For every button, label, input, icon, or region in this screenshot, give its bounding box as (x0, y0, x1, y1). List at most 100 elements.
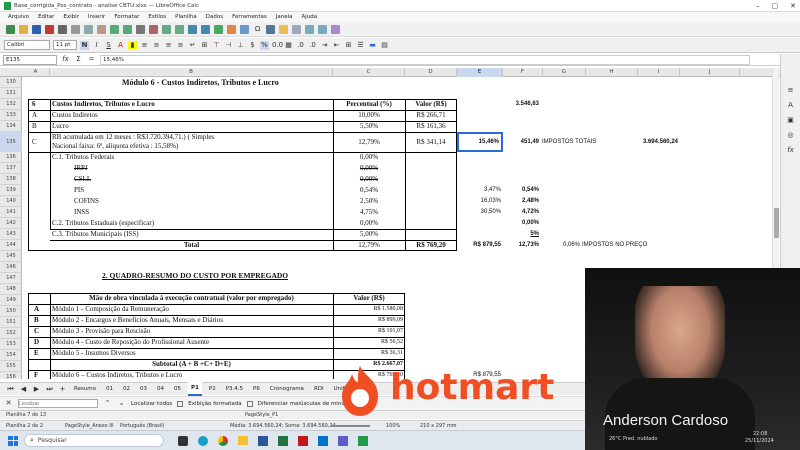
save-icon[interactable] (32, 24, 41, 34)
gallery-icon[interactable]: ▣ (786, 116, 795, 125)
align-center-icon[interactable]: ≡ (152, 41, 161, 50)
add-decimal-icon[interactable]: .0 (296, 41, 305, 50)
chart-icon[interactable] (227, 24, 236, 34)
freeze-icon[interactable] (305, 24, 314, 34)
column-header[interactable]: D (405, 68, 457, 77)
row-header[interactable]: 151 (0, 317, 22, 328)
outdent-icon[interactable]: ⇤ (332, 41, 341, 50)
styles-icon[interactable]: A (786, 101, 795, 110)
cell-c149[interactable]: Valor (R$) (333, 293, 405, 303)
cell-c136[interactable]: 0,00% (333, 152, 405, 162)
row-header[interactable]: 131 (0, 88, 22, 99)
cell-f135[interactable]: 451,49 (503, 137, 539, 147)
cell-c137[interactable]: 0,00% (333, 163, 405, 173)
cell-d133[interactable]: R$ 266,71 (405, 110, 457, 120)
row-header[interactable]: 152 (0, 328, 22, 339)
column-header[interactable]: J (680, 68, 740, 77)
indent-icon[interactable]: ⇥ (320, 41, 329, 50)
currency-icon[interactable]: $ (248, 41, 257, 50)
cell-b156[interactable]: Módulo 6 – Custos Indiretos, Tributos e … (52, 370, 182, 379)
align-right-icon[interactable]: ≡ (164, 41, 173, 50)
cell-f144[interactable]: 12,73% (503, 240, 539, 250)
minimize-button[interactable]: – (756, 2, 760, 10)
column-header[interactable]: F (503, 68, 543, 77)
find-all-button[interactable]: Localizar todos (131, 401, 172, 407)
find-previous-icon[interactable]: ⌃ (103, 399, 112, 408)
cell-c132[interactable]: Percentual (%) (333, 99, 405, 109)
taskbar-search-box[interactable]: ⌕ Pesquisar (24, 434, 164, 447)
cell-g144[interactable]: 0,06% (542, 240, 580, 250)
cell-f143[interactable]: 5% (503, 229, 539, 239)
edge-icon[interactable] (198, 435, 208, 446)
row-header[interactable]: 142 (0, 218, 22, 229)
split-window-icon[interactable] (318, 24, 327, 34)
print-icon[interactable] (58, 24, 67, 34)
cell-b132[interactable]: Custos Indiretos, Tributos e Lucro (52, 99, 155, 109)
zoom-slider[interactable] (330, 425, 370, 427)
cell-c154[interactable]: R$ 36,31 (333, 348, 403, 358)
first-sheet-icon[interactable]: ⏮ (6, 385, 15, 394)
cell-f142[interactable]: 0,00% (503, 218, 539, 228)
cell-c139[interactable]: 0,54% (333, 185, 405, 195)
cell-b141[interactable]: INSS (74, 207, 89, 217)
cell-b136[interactable]: C.1. Tributos Federais (52, 152, 114, 162)
menu-planilha[interactable]: Planilha (175, 14, 197, 20)
cell-d144[interactable]: R$ 769,20 (405, 240, 457, 250)
hyperlink-icon[interactable] (266, 24, 275, 34)
cell-c134[interactable]: 5,50% (333, 121, 405, 131)
row-header[interactable]: 141 (0, 207, 22, 218)
cell-f140[interactable]: 2,48% (503, 196, 539, 206)
spellcheck-icon[interactable] (149, 24, 158, 34)
tab-p6[interactable]: P6 (250, 383, 263, 395)
column-header[interactable]: B (50, 68, 333, 77)
cell-b155[interactable]: Subtotal (A + B +C+ D+E) (50, 359, 333, 369)
wrap-text-icon[interactable]: ↵ (188, 41, 197, 50)
tab-resumo[interactable]: Resumo (71, 383, 99, 395)
row-header[interactable]: 133 (0, 110, 22, 121)
sum-icon[interactable]: Σ (74, 55, 83, 64)
number-format-icon[interactable]: 0.0 (272, 41, 283, 50)
row-header[interactable]: 154 (0, 350, 22, 361)
close-find-icon[interactable]: ✕ (4, 399, 13, 408)
cell-b149[interactable]: Mão de obra vinculada à execução contrat… (50, 293, 333, 303)
percent-icon[interactable]: % (260, 40, 269, 50)
menu-formatar[interactable]: Formatar (114, 14, 139, 20)
copy-icon[interactable] (84, 24, 93, 34)
cell-d134[interactable]: R$ 161,36 (405, 121, 457, 131)
cut-icon[interactable] (71, 24, 80, 34)
cell-a153[interactable]: D (34, 337, 39, 347)
outlook-icon[interactable] (318, 435, 328, 446)
font-name-box[interactable]: Calibri (4, 40, 50, 50)
pdf-icon[interactable] (298, 435, 308, 446)
cell-b144[interactable]: Total (50, 240, 333, 250)
menu-dados[interactable]: Dados (206, 14, 223, 20)
close-button[interactable]: ✕ (790, 2, 796, 10)
row-header[interactable]: 144 (0, 240, 22, 251)
cell-c151[interactable]: R$ 899,09 (333, 315, 403, 325)
cell-f139[interactable]: 0,54% (503, 185, 539, 195)
windows-start-icon[interactable] (8, 435, 18, 446)
row-header[interactable]: 147 (0, 273, 22, 284)
functions-icon[interactable]: fx (786, 146, 795, 155)
menu-editar[interactable]: Editar (38, 14, 54, 20)
cell-c153[interactable]: R$ 56,52 (333, 337, 403, 347)
row-header[interactable]: 138 (0, 174, 22, 185)
formula-input[interactable]: 15,46% (100, 54, 750, 65)
row-header[interactable]: 148 (0, 284, 22, 295)
autofilter-icon[interactable] (201, 24, 210, 34)
next-sheet-icon[interactable]: ▶ (32, 385, 41, 394)
function-wizard-icon[interactable]: fx (61, 55, 70, 64)
row-header[interactable]: 132 (0, 99, 22, 110)
menu-arquivo[interactable]: Arquivo (8, 14, 29, 20)
font-size-box[interactable]: 11 pt (53, 40, 77, 50)
cell-c138[interactable]: 0,00% (333, 174, 405, 184)
row-header[interactable]: 155 (0, 361, 22, 372)
cell-b140[interactable]: COFINS (74, 196, 99, 206)
cell-c140[interactable]: 2,50% (333, 196, 405, 206)
align-top-icon[interactable]: ⊤ (212, 41, 221, 50)
italic-icon[interactable]: I (92, 41, 101, 50)
tab-01[interactable]: 01 (103, 383, 116, 395)
comment-icon[interactable] (279, 24, 288, 34)
sort-icon[interactable] (188, 24, 197, 34)
scrollbar-thumb[interactable] (774, 208, 779, 238)
